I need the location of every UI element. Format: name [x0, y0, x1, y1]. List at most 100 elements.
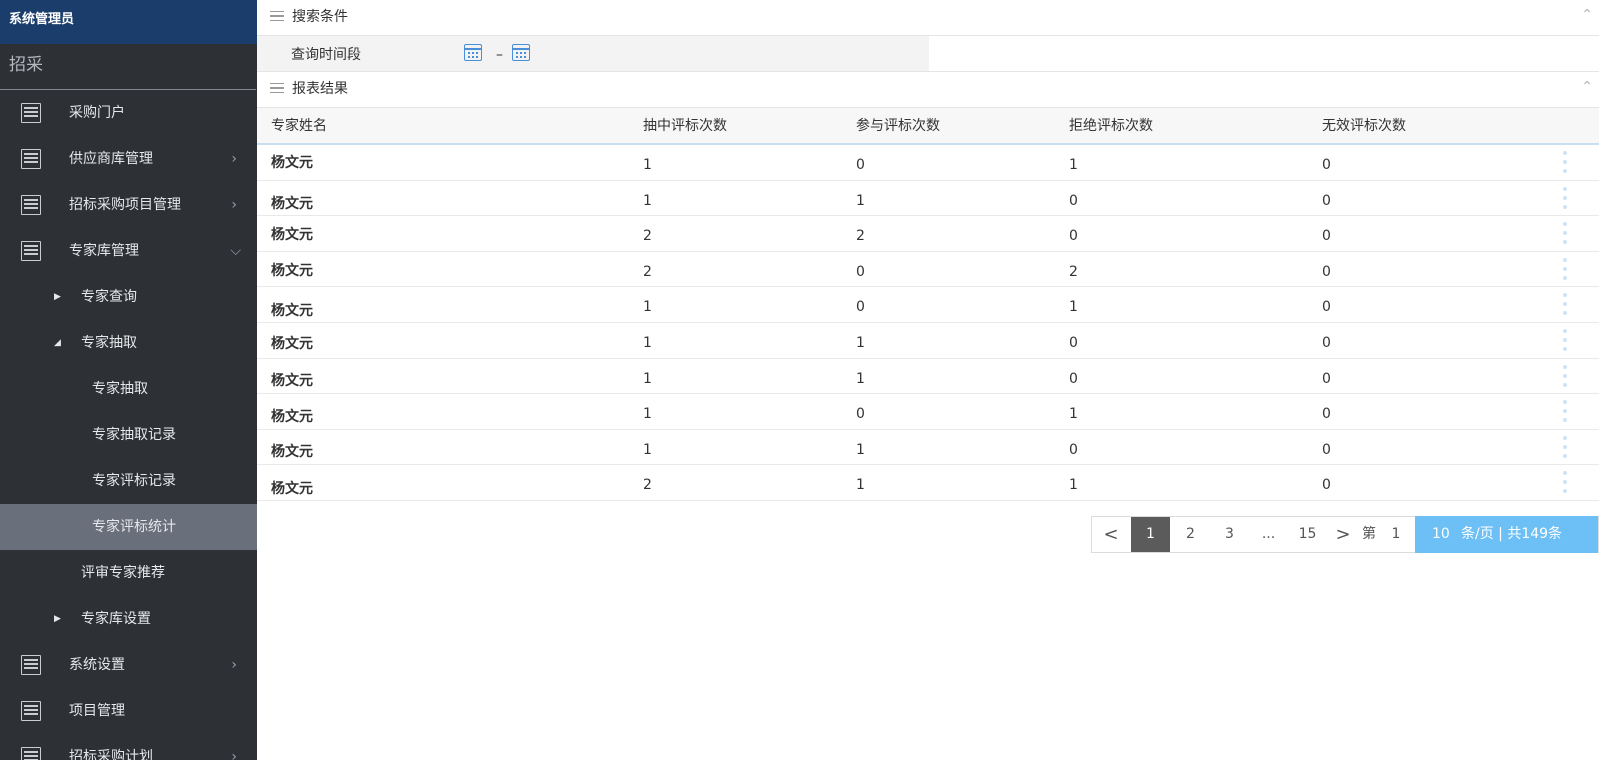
cell-refused-count: 1	[1069, 477, 1078, 494]
table-row[interactable]: 杨文元 2 0 2 0	[257, 252, 1599, 288]
document-icon	[21, 747, 41, 760]
table-row[interactable]: 杨文元 1 1 0 0	[257, 430, 1599, 466]
cell-joined-count: 1	[856, 477, 865, 494]
report-table: 专家姓名 抽中评标次数 参与评标次数 拒绝评标次数 无效评标次数 杨文元 1 0 1 0…	[257, 108, 1599, 501]
prev-page-button[interactable]: <	[1092, 517, 1130, 552]
row-more-icon[interactable]	[1562, 328, 1568, 353]
sidebar: 系统管理员 招采 采购门户 供应商库管理 › 招标采购项目管理 › 专家库管理 …	[0, 0, 257, 760]
collapse-up-icon[interactable]: ⌃	[1581, 72, 1593, 102]
report-section-header: 报表结果 ⌃	[257, 72, 1599, 108]
sidebar-item-label: 专家查询	[81, 289, 137, 305]
cell-joined-count: 1	[856, 192, 865, 209]
sidebar-item-label: 专家评标记录	[92, 473, 176, 489]
column-header-drawn[interactable]: 抽中评标次数	[643, 108, 727, 144]
page-size-value[interactable]: 10	[1432, 516, 1450, 553]
end-date-calendar-icon[interactable]	[512, 44, 530, 61]
sidebar-item-label: 采购门户	[69, 105, 125, 121]
sidebar-item-label: 专家抽取	[92, 381, 148, 397]
table-row[interactable]: 杨文元 2 1 1 0	[257, 465, 1599, 501]
page-size-selector[interactable]: 10 条/页 | 共149条	[1415, 516, 1598, 553]
column-header-refused[interactable]: 拒绝评标次数	[1069, 108, 1153, 144]
sidebar-item-tender-project-management[interactable]: 招标采购项目管理 ›	[0, 182, 257, 228]
document-icon	[21, 655, 41, 675]
page-button-1[interactable]: 1	[1131, 517, 1170, 552]
table-row[interactable]: 杨文元 1 1 0 0	[257, 359, 1599, 395]
cell-drawn-count: 1	[643, 334, 652, 351]
table-body: 杨文元 1 0 1 0 杨文元 1 1 0 0 杨文元 2 2 0 0 杨文元 2 0 2 0 杨文元 1 0 1 0 杨文元 1 1…	[257, 145, 1599, 501]
row-more-icon[interactable]	[1562, 293, 1568, 317]
row-more-icon[interactable]	[1562, 151, 1568, 175]
cell-drawn-count: 2	[643, 263, 652, 280]
column-header-joined[interactable]: 参与评标次数	[856, 108, 940, 144]
table-row[interactable]: 杨文元 1 1 0 0	[257, 323, 1599, 359]
cell-refused-count: 0	[1069, 334, 1078, 351]
page-button-3[interactable]: 3	[1210, 517, 1249, 552]
sidebar-item-expert-draw-record[interactable]: 专家抽取记录	[0, 412, 257, 458]
page-button-15[interactable]: 15	[1288, 517, 1327, 552]
column-header-name[interactable]: 专家姓名	[271, 108, 327, 144]
next-page-button[interactable]: >	[1328, 517, 1358, 552]
row-more-icon[interactable]	[1562, 364, 1568, 389]
goto-page-input[interactable]: 1	[1382, 517, 1410, 552]
cell-drawn-count: 1	[643, 406, 652, 423]
table-row[interactable]: 杨文元 1 1 0 0	[257, 181, 1599, 217]
document-icon	[21, 701, 41, 721]
row-more-icon[interactable]	[1562, 222, 1568, 246]
cell-joined-count: 0	[856, 157, 865, 173]
caret-right-icon: ▶	[54, 614, 61, 624]
row-more-icon[interactable]	[1562, 186, 1568, 211]
cell-invalid-count: 0	[1322, 263, 1331, 280]
table-row[interactable]: 杨文元 1 0 1 0	[257, 145, 1599, 181]
cell-invalid-count: 0	[1322, 299, 1331, 316]
sidebar-item-expert-review-record[interactable]: 专家评标记录	[0, 458, 257, 504]
sidebar-item-expert-review-stats[interactable]: 专家评标统计	[0, 504, 257, 550]
table-row[interactable]: 杨文元 1 0 1 0	[257, 394, 1599, 430]
cell-expert-name: 杨文元	[271, 262, 313, 279]
sidebar-item-project-management[interactable]: 项目管理	[0, 688, 257, 734]
collapse-up-icon[interactable]: ⌃	[1581, 0, 1593, 30]
start-date-calendar-icon[interactable]	[464, 44, 482, 61]
table-row[interactable]: 杨文元 1 0 1 0	[257, 287, 1599, 323]
row-more-icon[interactable]	[1562, 257, 1568, 282]
sidebar-item-supplier-management[interactable]: 供应商库管理 ›	[0, 136, 257, 182]
current-user[interactable]: 系统管理员	[0, 0, 257, 44]
sidebar-item-tender-plan[interactable]: 招标采购计划 ›	[0, 734, 257, 760]
search-section-title: 搜索条件	[292, 9, 348, 25]
cell-drawn-count: 1	[643, 157, 652, 173]
document-icon	[21, 195, 41, 215]
cell-refused-count: 0	[1069, 370, 1078, 387]
date-range-separator: –	[496, 47, 503, 63]
sidebar-item-expert-draw[interactable]: 专家抽取	[0, 366, 257, 412]
cell-expert-name: 杨文元	[271, 155, 313, 171]
cell-joined-count: 1	[856, 334, 865, 351]
caret-right-icon: ▶	[54, 292, 61, 302]
time-range-inputs: –	[459, 36, 929, 71]
sidebar-item-label: 项目管理	[69, 703, 125, 719]
search-section-header: 搜索条件 ⌃	[257, 0, 1599, 36]
column-header-invalid[interactable]: 无效评标次数	[1322, 108, 1406, 144]
sidebar-item-label: 专家抽取	[81, 335, 137, 351]
cell-expert-name: 杨文元	[271, 195, 313, 212]
sidebar-item-expert-recommend[interactable]: 评审专家推荐	[0, 550, 257, 596]
app-root: 系统管理员 招采 采购门户 供应商库管理 › 招标采购项目管理 › 专家库管理 …	[0, 0, 1599, 760]
pagination: < 1 2 3 ... 15 > 第 1 页 10 条/页 | 共149条	[1091, 516, 1599, 553]
row-more-icon[interactable]	[1562, 435, 1568, 460]
row-more-icon[interactable]	[1562, 471, 1568, 495]
sidebar-item-purchase-portal[interactable]: 采购门户	[0, 90, 257, 136]
sidebar-item-system-settings[interactable]: 系统设置 ›	[0, 642, 257, 688]
cell-refused-count: 0	[1069, 441, 1078, 458]
chevron-right-icon: ›	[231, 657, 237, 673]
sidebar-item-label: 专家评标统计	[92, 519, 176, 535]
cell-refused-count: 1	[1069, 157, 1078, 173]
sidebar-item-expert-draw-group[interactable]: ◢ 专家抽取	[0, 320, 257, 366]
cell-drawn-count: 2	[643, 228, 652, 245]
page-button-2[interactable]: 2	[1171, 517, 1210, 552]
sidebar-item-expert-management[interactable]: 专家库管理 ⌵	[0, 228, 257, 274]
row-more-icon[interactable]	[1562, 400, 1568, 424]
document-icon	[21, 149, 41, 169]
cell-refused-count: 0	[1069, 228, 1078, 245]
sidebar-item-expert-settings[interactable]: ▶ 专家库设置	[0, 596, 257, 642]
cell-drawn-count: 1	[643, 370, 652, 387]
sidebar-item-expert-query[interactable]: ▶ 专家查询	[0, 274, 257, 320]
table-row[interactable]: 杨文元 2 2 0 0	[257, 216, 1599, 252]
